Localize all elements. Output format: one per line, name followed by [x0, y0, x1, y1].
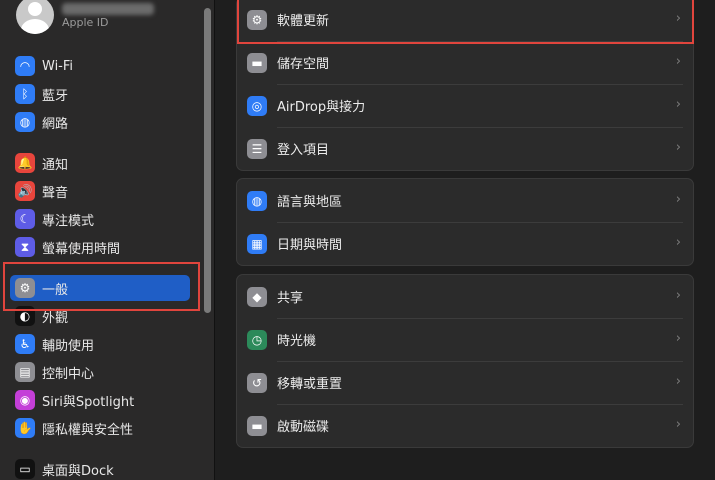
main-pane: ⚙ 軟體更新 › ▬ 儲存空間 › ◎ AirDrop與接力 › ☰ 登入項目 › ◍ 語言與地區 › ▦ 日期…	[216, 0, 715, 480]
chevron-right-icon: ›	[675, 331, 681, 346]
control-center-icon: ▤	[15, 362, 35, 382]
settings-row[interactable]: ↺ 移轉或重置 ›	[237, 361, 693, 404]
settings-row[interactable]: ◎ AirDrop與接力 ›	[237, 84, 693, 127]
chevron-right-icon: ›	[675, 97, 681, 112]
time-machine-icon: ◷	[247, 329, 267, 350]
disk-icon: ▬	[247, 415, 267, 436]
settings-row[interactable]: ▬ 儲存空間 ›	[237, 41, 693, 84]
share-icon: ◆	[247, 286, 267, 307]
sidebar-item-12[interactable]: ✋ 隱私權與安全性	[10, 415, 190, 441]
storage-icon: ▬	[247, 52, 267, 73]
list-icon: ☰	[247, 138, 267, 159]
sidebar-item-label: 一般	[42, 282, 69, 298]
settings-row-label: 儲存空間	[277, 57, 330, 72]
settings-group-0: ⚙ 軟體更新 › ▬ 儲存空間 › ◎ AirDrop與接力 › ☰ 登入項目 ›	[236, 0, 694, 171]
appearance-icon: ◐	[15, 306, 35, 326]
wifi-icon: ◠	[15, 56, 35, 76]
sidebar-item-2[interactable]: ◍ 網路	[10, 109, 190, 135]
settings-group-2: ◆ 共享 › ◷ 時光機 › ↺ 移轉或重置 › ▬ 啟動磁碟 ›	[236, 274, 694, 448]
globe-icon: ◍	[15, 112, 35, 132]
settings-row-label: 日期與時間	[277, 238, 343, 253]
settings-row-label: 軟體更新	[277, 14, 330, 29]
sidebar-item-10[interactable]: ▤ 控制中心	[10, 359, 190, 385]
sidebar-item-label: 外觀	[42, 310, 69, 326]
sidebar-item-5[interactable]: ☾ 專注模式	[10, 206, 190, 232]
sidebar-item-label: 聲音	[42, 185, 69, 201]
settings-row[interactable]: ▦ 日期與時間 ›	[237, 222, 693, 265]
settings-row[interactable]: ◷ 時光機 ›	[237, 318, 693, 361]
calendar-icon: ▦	[247, 233, 267, 254]
sidebar-item-13[interactable]: ▭ 桌面與Dock	[10, 456, 190, 480]
account-subtitle: Apple ID	[62, 16, 109, 29]
settings-row[interactable]: ◆ 共享 ›	[237, 275, 693, 318]
chevron-right-icon: ›	[675, 140, 681, 155]
accessibility-icon: ♿	[15, 334, 35, 354]
settings-row[interactable]: ☰ 登入項目 ›	[237, 127, 693, 170]
sidebar-item-label: 控制中心	[42, 366, 95, 382]
avatar	[16, 0, 54, 34]
settings-row-label: 時光機	[277, 334, 317, 349]
chevron-right-icon: ›	[675, 54, 681, 69]
apple-id-account[interactable]: Apple ID	[14, 0, 204, 36]
settings-group-1: ◍ 語言與地區 › ▦ 日期與時間 ›	[236, 178, 694, 266]
settings-row[interactable]: ▬ 啟動磁碟 ›	[237, 404, 693, 447]
sidebar-item-label: Siri與Spotlight	[42, 394, 135, 410]
chevron-right-icon: ›	[675, 374, 681, 389]
sidebar-item-11[interactable]: ◉ Siri與Spotlight	[10, 387, 190, 413]
chevron-right-icon: ›	[675, 192, 681, 207]
sidebar-item-8[interactable]: ◐ 外觀	[10, 303, 190, 329]
sidebar-item-1[interactable]: ᛒ 藍牙	[10, 81, 190, 107]
sidebar: Apple ID ◠ Wi-Fi ᛒ 藍牙 ◍ 網路 🔔 通知 🔊 聲音 ☾ 專注模式 ⧗ 螢幕使用時間 ⚙…	[0, 0, 215, 480]
sidebar-item-label: 隱私權與安全性	[42, 422, 134, 438]
globe-icon: ◍	[247, 190, 267, 211]
speaker-icon: 🔊	[15, 181, 35, 201]
sidebar-item-9[interactable]: ♿ 輔助使用	[10, 331, 190, 357]
sidebar-item-3[interactable]: 🔔 通知	[10, 150, 190, 176]
sidebar-item-label: 輔助使用	[42, 338, 95, 354]
settings-row-label: AirDrop與接力	[277, 100, 366, 115]
settings-row-label: 啟動磁碟	[277, 420, 330, 435]
account-name-redacted	[62, 3, 154, 15]
sidebar-item-label: 通知	[42, 157, 69, 173]
reset-icon: ↺	[247, 372, 267, 393]
sidebar-item-7[interactable]: ⚙ 一般	[10, 275, 190, 301]
sidebar-item-label: 桌面與Dock	[42, 463, 114, 479]
settings-row-label: 語言與地區	[277, 195, 343, 210]
chevron-right-icon: ›	[675, 417, 681, 432]
sidebar-item-label: 網路	[42, 116, 69, 132]
chevron-right-icon: ›	[675, 288, 681, 303]
chevron-right-icon: ›	[675, 235, 681, 250]
settings-row[interactable]: ◍ 語言與地區 ›	[237, 179, 693, 222]
gear-icon: ⚙	[15, 278, 35, 298]
sidebar-item-4[interactable]: 🔊 聲音	[10, 178, 190, 204]
settings-row-label: 登入項目	[277, 143, 330, 158]
sidebar-item-label: 螢幕使用時間	[42, 241, 121, 257]
settings-row[interactable]: ⚙ 軟體更新 ›	[237, 0, 693, 41]
chevron-right-icon: ›	[675, 11, 681, 26]
sidebar-item-label: 藍牙	[42, 88, 69, 104]
sidebar-item-label: 專注模式	[42, 213, 95, 229]
dock-icon: ▭	[15, 459, 35, 479]
sidebar-scrollbar[interactable]	[204, 8, 211, 313]
settings-row-label: 共享	[277, 291, 304, 306]
software-update-icon: ⚙	[247, 9, 267, 30]
bell-icon: 🔔	[15, 153, 35, 173]
hourglass-icon: ⧗	[15, 237, 35, 257]
sidebar-item-6[interactable]: ⧗ 螢幕使用時間	[10, 234, 190, 260]
bluetooth-icon: ᛒ	[15, 84, 35, 104]
settings-row-label: 移轉或重置	[277, 377, 343, 392]
hand-icon: ✋	[15, 418, 35, 438]
sidebar-item-label: Wi-Fi	[42, 58, 74, 74]
airdrop-icon: ◎	[247, 95, 267, 116]
siri-icon: ◉	[15, 390, 35, 410]
moon-icon: ☾	[15, 209, 35, 229]
sidebar-item-0[interactable]: ◠ Wi-Fi	[10, 53, 190, 79]
